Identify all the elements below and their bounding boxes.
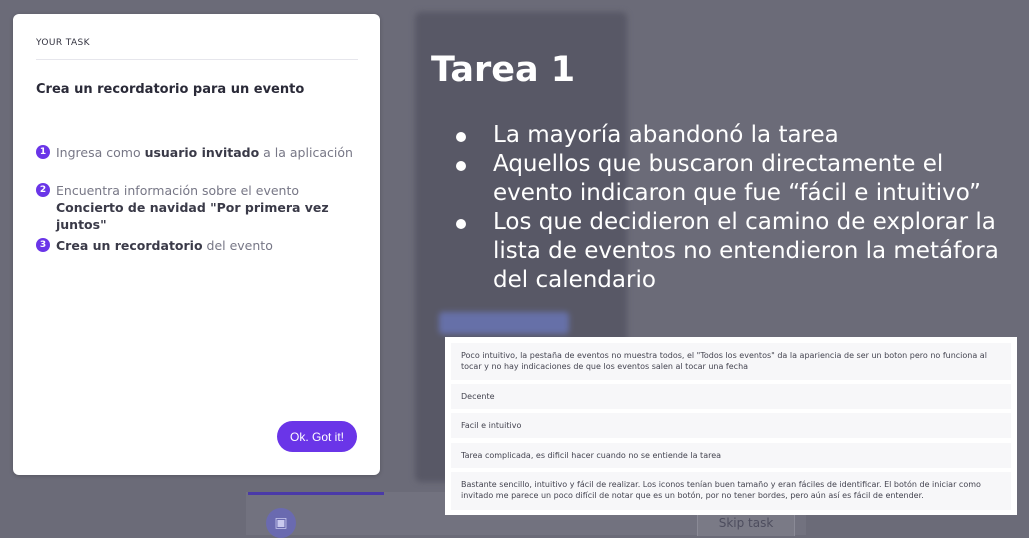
bullet-item: Aquellos que buscaron directamente el ev… [456,150,1016,208]
step-number: 2 [36,183,50,197]
task-step: 2 Encuentra información sobre el evento … [36,182,356,233]
bullet-item: La mayoría abandonó la tarea [456,121,1016,150]
calendar-icon: ▣ [266,508,296,538]
task-step: 1 Ingresa como usuario invitado a la apl… [36,144,356,161]
step-number: 3 [36,238,50,252]
slide-bullets: La mayoría abandonó la tarea Aquellos qu… [456,121,1016,295]
task-label: YOUR TASK [36,38,90,48]
task-step: 3 Crea un recordatorio del evento [36,237,356,254]
task-divider [36,59,358,60]
response-row: Poco intuitivo, la pestaña de eventos no… [451,343,1011,380]
background-button [439,312,569,334]
response-row: Facil e intuitivo [451,413,1011,438]
ok-got-it-button[interactable]: Ok. Got it! [277,421,357,452]
response-row: Tarea complicada, es dificil hacer cuand… [451,443,1011,468]
progress-indicator [248,492,384,495]
task-title: Crea un recordatorio para un evento [36,82,305,97]
bullet-dot [456,161,466,171]
slide-title: Tarea 1 [431,50,576,90]
bullet-dot [456,132,466,142]
step-number: 1 [36,145,50,159]
response-row: Decente [451,384,1011,409]
bullet-dot [456,219,466,229]
task-card: YOUR TASK Crea un recordatorio para un e… [13,14,380,475]
bullet-item: Los que decidieron el camino de explorar… [456,208,1016,295]
response-row: Bastante sencillo, intuitivo y fácil de … [451,472,1011,510]
responses-table: Poco intuitivo, la pestaña de eventos no… [445,337,1017,515]
